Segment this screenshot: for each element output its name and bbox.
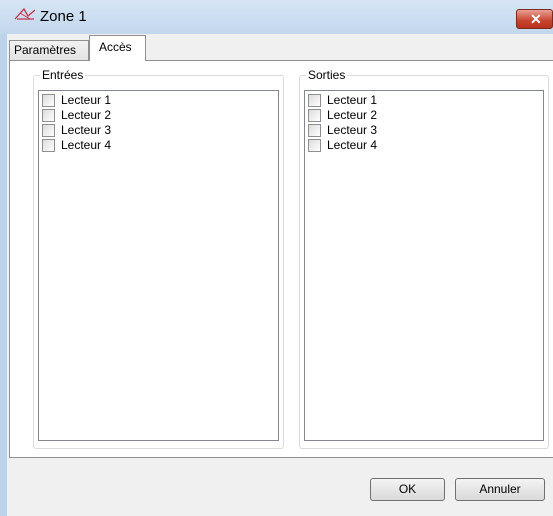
list-item-label: Lecteur 2 [327, 108, 378, 122]
checkbox[interactable] [42, 94, 55, 107]
tab-acces[interactable]: Accès [89, 35, 146, 61]
list-item[interactable]: Lecteur 3 [39, 123, 278, 137]
list-item-label: Lecteur 4 [61, 138, 112, 152]
dialog-client: Paramètres Accès Entrées Lecteur 1 Lecte… [7, 34, 553, 516]
list-item[interactable]: Lecteur 4 [39, 138, 278, 152]
dialog-footer: OK Annuler [7, 458, 553, 516]
checkbox[interactable] [42, 124, 55, 137]
tab-page-acces: Entrées Lecteur 1 Lecteur 2 Lecteur 3 Le… [9, 60, 553, 458]
list-item[interactable]: Lecteur 2 [39, 108, 278, 122]
entrees-checklist[interactable]: Lecteur 1 Lecteur 2 Lecteur 3 Lecteur 4 [38, 90, 279, 441]
list-item[interactable]: Lecteur 2 [305, 108, 543, 122]
group-sorties-label: Sorties [306, 68, 348, 82]
list-item-label: Lecteur 2 [61, 108, 112, 122]
close-icon: ✕ [530, 11, 542, 27]
zone-icon [14, 7, 36, 20]
checkbox[interactable] [42, 139, 55, 152]
list-item-label: Lecteur 4 [327, 138, 378, 152]
window-title: Zone 1 [40, 8, 87, 25]
sorties-checklist[interactable]: Lecteur 1 Lecteur 2 Lecteur 3 Lecteur 4 [304, 90, 544, 441]
list-item[interactable]: Lecteur 1 [305, 93, 543, 107]
list-item-label: Lecteur 3 [61, 123, 112, 137]
dialog-window: Zone 1 ✕ Paramètres Accès Entrées Lecteu… [0, 0, 553, 516]
list-item-label: Lecteur 1 [327, 93, 378, 107]
list-item[interactable]: Lecteur 3 [305, 123, 543, 137]
group-entrees: Entrées Lecteur 1 Lecteur 2 Lecteur 3 Le… [33, 68, 284, 449]
ok-button[interactable]: OK [370, 478, 445, 501]
tab-parametres[interactable]: Paramètres [9, 40, 89, 60]
title-bar[interactable]: Zone 1 ✕ [0, 0, 553, 34]
checkbox[interactable] [308, 94, 321, 107]
list-item-label: Lecteur 3 [327, 123, 378, 137]
tab-strip: Paramètres Accès [7, 34, 553, 61]
group-sorties: Sorties Lecteur 1 Lecteur 2 Lecteur 3 Le… [299, 68, 549, 449]
group-entrees-label: Entrées [40, 68, 86, 82]
checkbox[interactable] [308, 124, 321, 137]
close-button[interactable]: ✕ [516, 9, 553, 29]
checkbox[interactable] [42, 109, 55, 122]
checkbox[interactable] [308, 109, 321, 122]
list-item-label: Lecteur 1 [61, 93, 112, 107]
list-item[interactable]: Lecteur 4 [305, 138, 543, 152]
list-item[interactable]: Lecteur 1 [39, 93, 278, 107]
checkbox[interactable] [308, 139, 321, 152]
cancel-button[interactable]: Annuler [455, 478, 545, 501]
